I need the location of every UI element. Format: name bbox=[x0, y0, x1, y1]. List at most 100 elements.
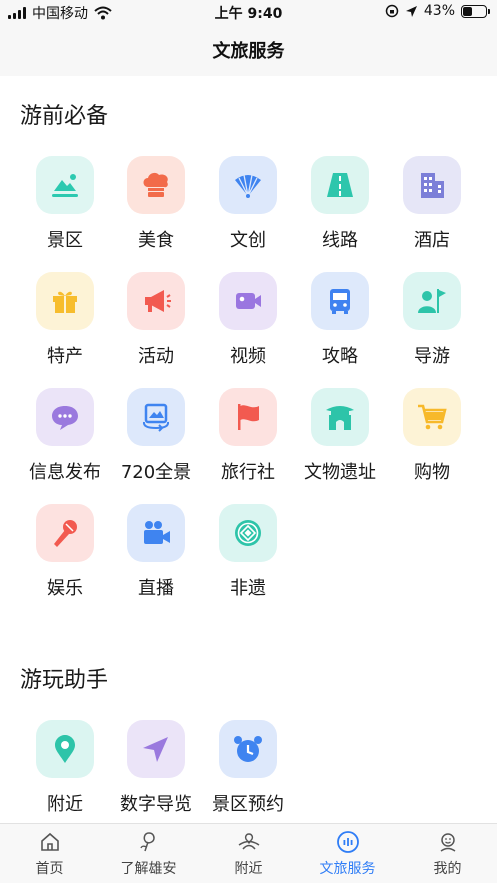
service-item-label: 购物 bbox=[414, 462, 450, 483]
service-icon-tile bbox=[36, 388, 94, 446]
chat-bubble-icon bbox=[52, 406, 78, 430]
service-item[interactable]: 信息发布 bbox=[19, 388, 111, 484]
pavilion-icon bbox=[326, 406, 354, 430]
service-item[interactable]: 景区预约 bbox=[202, 720, 294, 816]
tab-item[interactable]: 我的 bbox=[398, 830, 497, 878]
live-camera-icon bbox=[144, 521, 170, 544]
service-item-label: 文创 bbox=[230, 230, 266, 251]
service-icon-tile bbox=[219, 504, 277, 562]
navigation-arrow-icon bbox=[143, 737, 168, 762]
service-icon-tile bbox=[36, 504, 94, 562]
orientation-lock-icon bbox=[385, 4, 399, 18]
status-right: 43% bbox=[385, 3, 490, 19]
profile-icon bbox=[440, 833, 455, 852]
megaphone-icon bbox=[145, 290, 171, 312]
service-item[interactable]: 酒店 bbox=[386, 156, 478, 252]
service-icon-tile bbox=[219, 156, 277, 214]
service-item-label: 旅行社 bbox=[221, 462, 275, 483]
service-icon-tile bbox=[36, 720, 94, 778]
status-bar: 中国移动 上午 9:40 43% bbox=[0, 0, 497, 24]
video-camera-icon bbox=[236, 293, 261, 309]
service-item[interactable]: 导游 bbox=[386, 272, 478, 368]
landscape-icon bbox=[52, 174, 78, 197]
service-item-label: 娱乐 bbox=[47, 578, 83, 599]
service-icon-tile bbox=[219, 720, 277, 778]
service-item[interactable]: 附近 bbox=[19, 720, 111, 816]
service-item-label: 攻略 bbox=[322, 346, 358, 367]
bus-icon bbox=[330, 289, 350, 314]
road-icon bbox=[327, 173, 353, 197]
service-item-label: 导游 bbox=[414, 346, 450, 367]
service-item[interactable]: 景区 bbox=[19, 156, 111, 252]
tab-label: 文旅服务 bbox=[319, 861, 376, 877]
service-item[interactable]: 攻略 bbox=[294, 272, 386, 368]
section-title-assistant: 游玩助手 bbox=[20, 668, 109, 693]
service-icon-tile bbox=[311, 156, 369, 214]
tab-label: 我的 bbox=[433, 861, 462, 877]
service-icon-tile bbox=[311, 272, 369, 330]
panorama-icon bbox=[142, 403, 170, 432]
service-icon-tile bbox=[403, 388, 461, 446]
section-title-preparation: 游前必备 bbox=[20, 104, 109, 129]
service-item-label: 线路 bbox=[322, 230, 358, 251]
service-icon-tile bbox=[127, 272, 185, 330]
service-icon-tile bbox=[36, 156, 94, 214]
service-item-label: 景区预约 bbox=[212, 794, 284, 815]
tab-item[interactable]: 了解雄安 bbox=[99, 830, 198, 878]
service-item-label: 视频 bbox=[230, 346, 266, 367]
service-item-label: 非遗 bbox=[230, 578, 266, 599]
battery-icon bbox=[461, 4, 490, 18]
service-item[interactable]: 旅行社 bbox=[202, 388, 294, 484]
location-pin-icon bbox=[55, 735, 75, 763]
service-item[interactable]: 购物 bbox=[386, 388, 478, 484]
tab-label: 附近 bbox=[234, 861, 263, 877]
service-item[interactable]: 视频 bbox=[202, 272, 294, 368]
service-icon-tile bbox=[311, 388, 369, 446]
service-item-label: 特产 bbox=[47, 346, 83, 367]
cart-icon bbox=[418, 404, 447, 430]
rose-icon bbox=[139, 832, 155, 852]
service-item[interactable]: 娱乐 bbox=[19, 504, 111, 600]
service-item-label: 直播 bbox=[138, 578, 174, 599]
service-item[interactable]: 直播 bbox=[110, 504, 202, 600]
tab-item[interactable]: 首页 bbox=[0, 830, 99, 878]
service-item-label: 附近 bbox=[47, 794, 83, 815]
service-item[interactable]: 非遗 bbox=[202, 504, 294, 600]
service-item[interactable]: 720全景 bbox=[110, 388, 202, 484]
location-arrow-icon bbox=[405, 5, 417, 17]
microphone-icon bbox=[54, 520, 77, 547]
page-title: 文旅服务 bbox=[212, 41, 285, 62]
service-item[interactable]: 数字导览 bbox=[110, 720, 202, 816]
service-item[interactable]: 线路 bbox=[294, 156, 386, 252]
battery-percent: 43% bbox=[423, 3, 455, 19]
nav-bar: 文旅服务 bbox=[0, 24, 497, 76]
service-item[interactable]: 活动 bbox=[110, 272, 202, 368]
tab-label: 了解雄安 bbox=[120, 861, 177, 877]
service-item[interactable]: 文创 bbox=[202, 156, 294, 252]
service-icon bbox=[336, 831, 359, 853]
service-item[interactable]: 文物遗址 bbox=[294, 388, 386, 484]
service-item-label: 信息发布 bbox=[29, 462, 101, 483]
service-icon-tile bbox=[127, 156, 185, 214]
service-icon-tile bbox=[127, 720, 185, 778]
tab-item[interactable]: 附近 bbox=[199, 830, 298, 878]
service-icon-tile bbox=[127, 504, 185, 562]
guide-flag-icon bbox=[418, 289, 446, 313]
tab-bar: 首页 了解雄安 附近 文旅服务 我的 bbox=[0, 823, 497, 883]
fan-icon bbox=[235, 174, 261, 198]
nearby-icon bbox=[238, 833, 259, 850]
service-icon-tile bbox=[403, 156, 461, 214]
service-item[interactable]: 特产 bbox=[19, 272, 111, 368]
service-item[interactable]: 美食 bbox=[110, 156, 202, 252]
service-item-label: 文物遗址 bbox=[304, 462, 376, 483]
tab-item[interactable]: 文旅服务 bbox=[298, 830, 397, 878]
building-icon bbox=[421, 173, 444, 198]
red-flag-icon bbox=[238, 404, 259, 430]
service-icon-tile bbox=[127, 388, 185, 446]
service-item-label: 720全景 bbox=[120, 462, 192, 483]
service-icon-tile bbox=[219, 388, 277, 446]
alarm-clock-icon bbox=[234, 736, 262, 762]
heritage-emblem-icon bbox=[235, 520, 261, 546]
tab-label: 首页 bbox=[35, 861, 64, 877]
service-icon-tile bbox=[36, 272, 94, 330]
